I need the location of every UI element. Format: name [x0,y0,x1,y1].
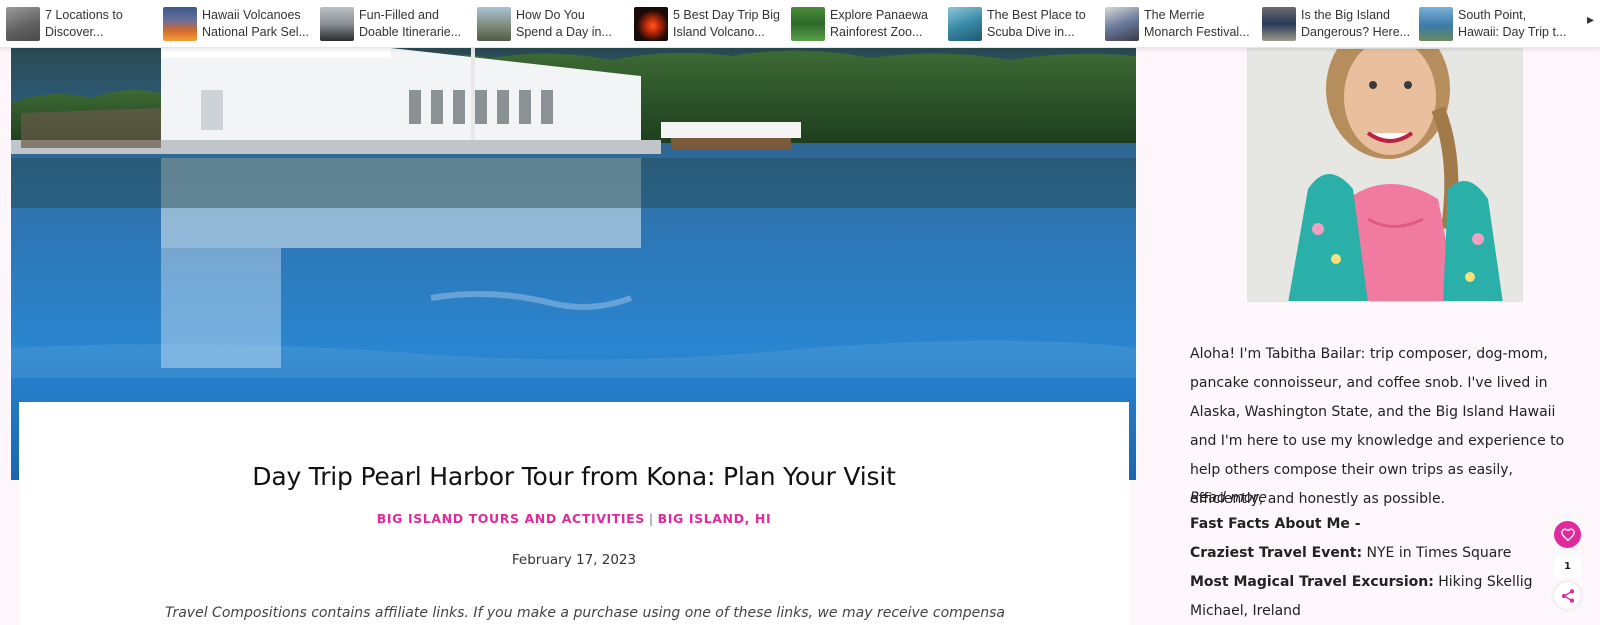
post-thumbnail [6,7,40,41]
carousel-item-title: National Park Sel... [202,25,309,39]
carousel-item-title: Hawaii: Day Trip t... [1458,25,1567,39]
post-thumbnail [320,7,354,41]
affiliate-disclaimer: Travel Compositions contains affiliate l… [165,605,1005,621]
author-bio: Aloha! I'm Tabitha Bailar: trip composer… [1190,346,1565,507]
carousel-item-title: The Merrie [1144,8,1205,22]
post-thumbnail [1419,7,1453,41]
carousel-item-title: Monarch Festival... [1144,25,1250,39]
category-links: BIG ISLAND TOURS AND ACTIVITIES | BIG ISLA… [0,511,1148,526]
related-posts-carousel: 7 Locations to Discover... Hawaii Volcano… [0,0,1600,48]
carousel-item-title: Doable Itinerarie... [359,25,462,39]
carousel-item[interactable]: The Merrie Monarch Festival... [1105,7,1257,41]
fast-facts-heading: Fast Facts About Me - [1190,516,1361,532]
category-link[interactable]: BIG ISLAND TOURS AND ACTIVITIES [377,511,645,526]
post-thumbnail [791,7,825,41]
fact-value: NYE in Times Square [1362,545,1512,561]
share-count: 1 [1554,556,1581,578]
carousel-item-title: Is the Big Island [1301,8,1390,22]
fact-label: Craziest Travel Event: [1190,545,1363,561]
fast-fact-item: Craziest Travel Event: NYE in Times Squa… [1190,539,1511,568]
carousel-item[interactable]: How Do You Spend a Day in... [477,7,629,41]
carousel-item[interactable]: Explore Panaewa Rainforest Zoo... [791,7,943,41]
carousel-item-title: Rainforest Zoo... [830,25,923,39]
share-icon[interactable] [1554,582,1581,609]
carousel-item-title: 5 Best Day Trip Big [673,8,780,22]
carousel-item-title: Scuba Dive in... [987,25,1075,39]
carousel-item[interactable]: The Best Place to Scuba Dive in... [948,7,1100,41]
post-thumbnail [163,7,197,41]
carousel-item-title: Hawaii Volcanoes [202,8,301,22]
carousel-item-title: Explore Panaewa [830,8,928,22]
chevron-right-icon[interactable]: ▸ [1587,11,1594,28]
carousel-item[interactable]: South Point, Hawaii: Day Trip t... [1419,7,1571,41]
fast-fact-item: Most Magical Travel Excursion: Hiking Sk… [1190,568,1560,625]
carousel-item[interactable]: 5 Best Day Trip Big Island Volcano... [634,7,786,41]
article-title: Day Trip Pearl Harbor Tour from Kona: Pl… [252,462,896,491]
post-thumbnail [948,7,982,41]
fact-label: Most Magical Travel Excursion: [1190,574,1434,590]
carousel-item-title: South Point, [1458,8,1527,22]
carousel-item[interactable]: Hawaii Volcanoes National Park Sel... [163,7,315,41]
publish-date: February 17, 2023 [511,552,637,568]
carousel-item[interactable]: Is the Big Island Dangerous? Here... [1262,7,1414,41]
carousel-item-title: Dangerous? Here... [1301,25,1411,39]
author-photo [1247,48,1523,302]
carousel-item-title: Spend a Day in... [516,25,612,39]
carousel-item-title: Fun-Filled and [359,8,439,22]
carousel-item[interactable]: Fun-Filled and Doable Itinerarie... [320,7,472,41]
heart-icon[interactable] [1554,521,1581,548]
carousel-item-title: Discover... [45,25,104,39]
carousel-item-title: Island Volcano... [673,25,765,39]
carousel-item-title: 7 Locations to [45,8,123,22]
post-thumbnail [1105,7,1139,41]
category-separator: | [648,511,654,526]
post-thumbnail [477,7,511,41]
category-link[interactable]: BIG ISLAND, HI [658,511,772,526]
post-thumbnail [1262,7,1296,41]
carousel-item[interactable]: 7 Locations to Discover... [6,7,158,41]
read-more-link[interactable]: Read more [1190,490,1267,506]
carousel-item-title: How Do You [516,8,585,22]
carousel-item-title: The Best Place to [987,8,1086,22]
post-thumbnail [634,7,668,41]
